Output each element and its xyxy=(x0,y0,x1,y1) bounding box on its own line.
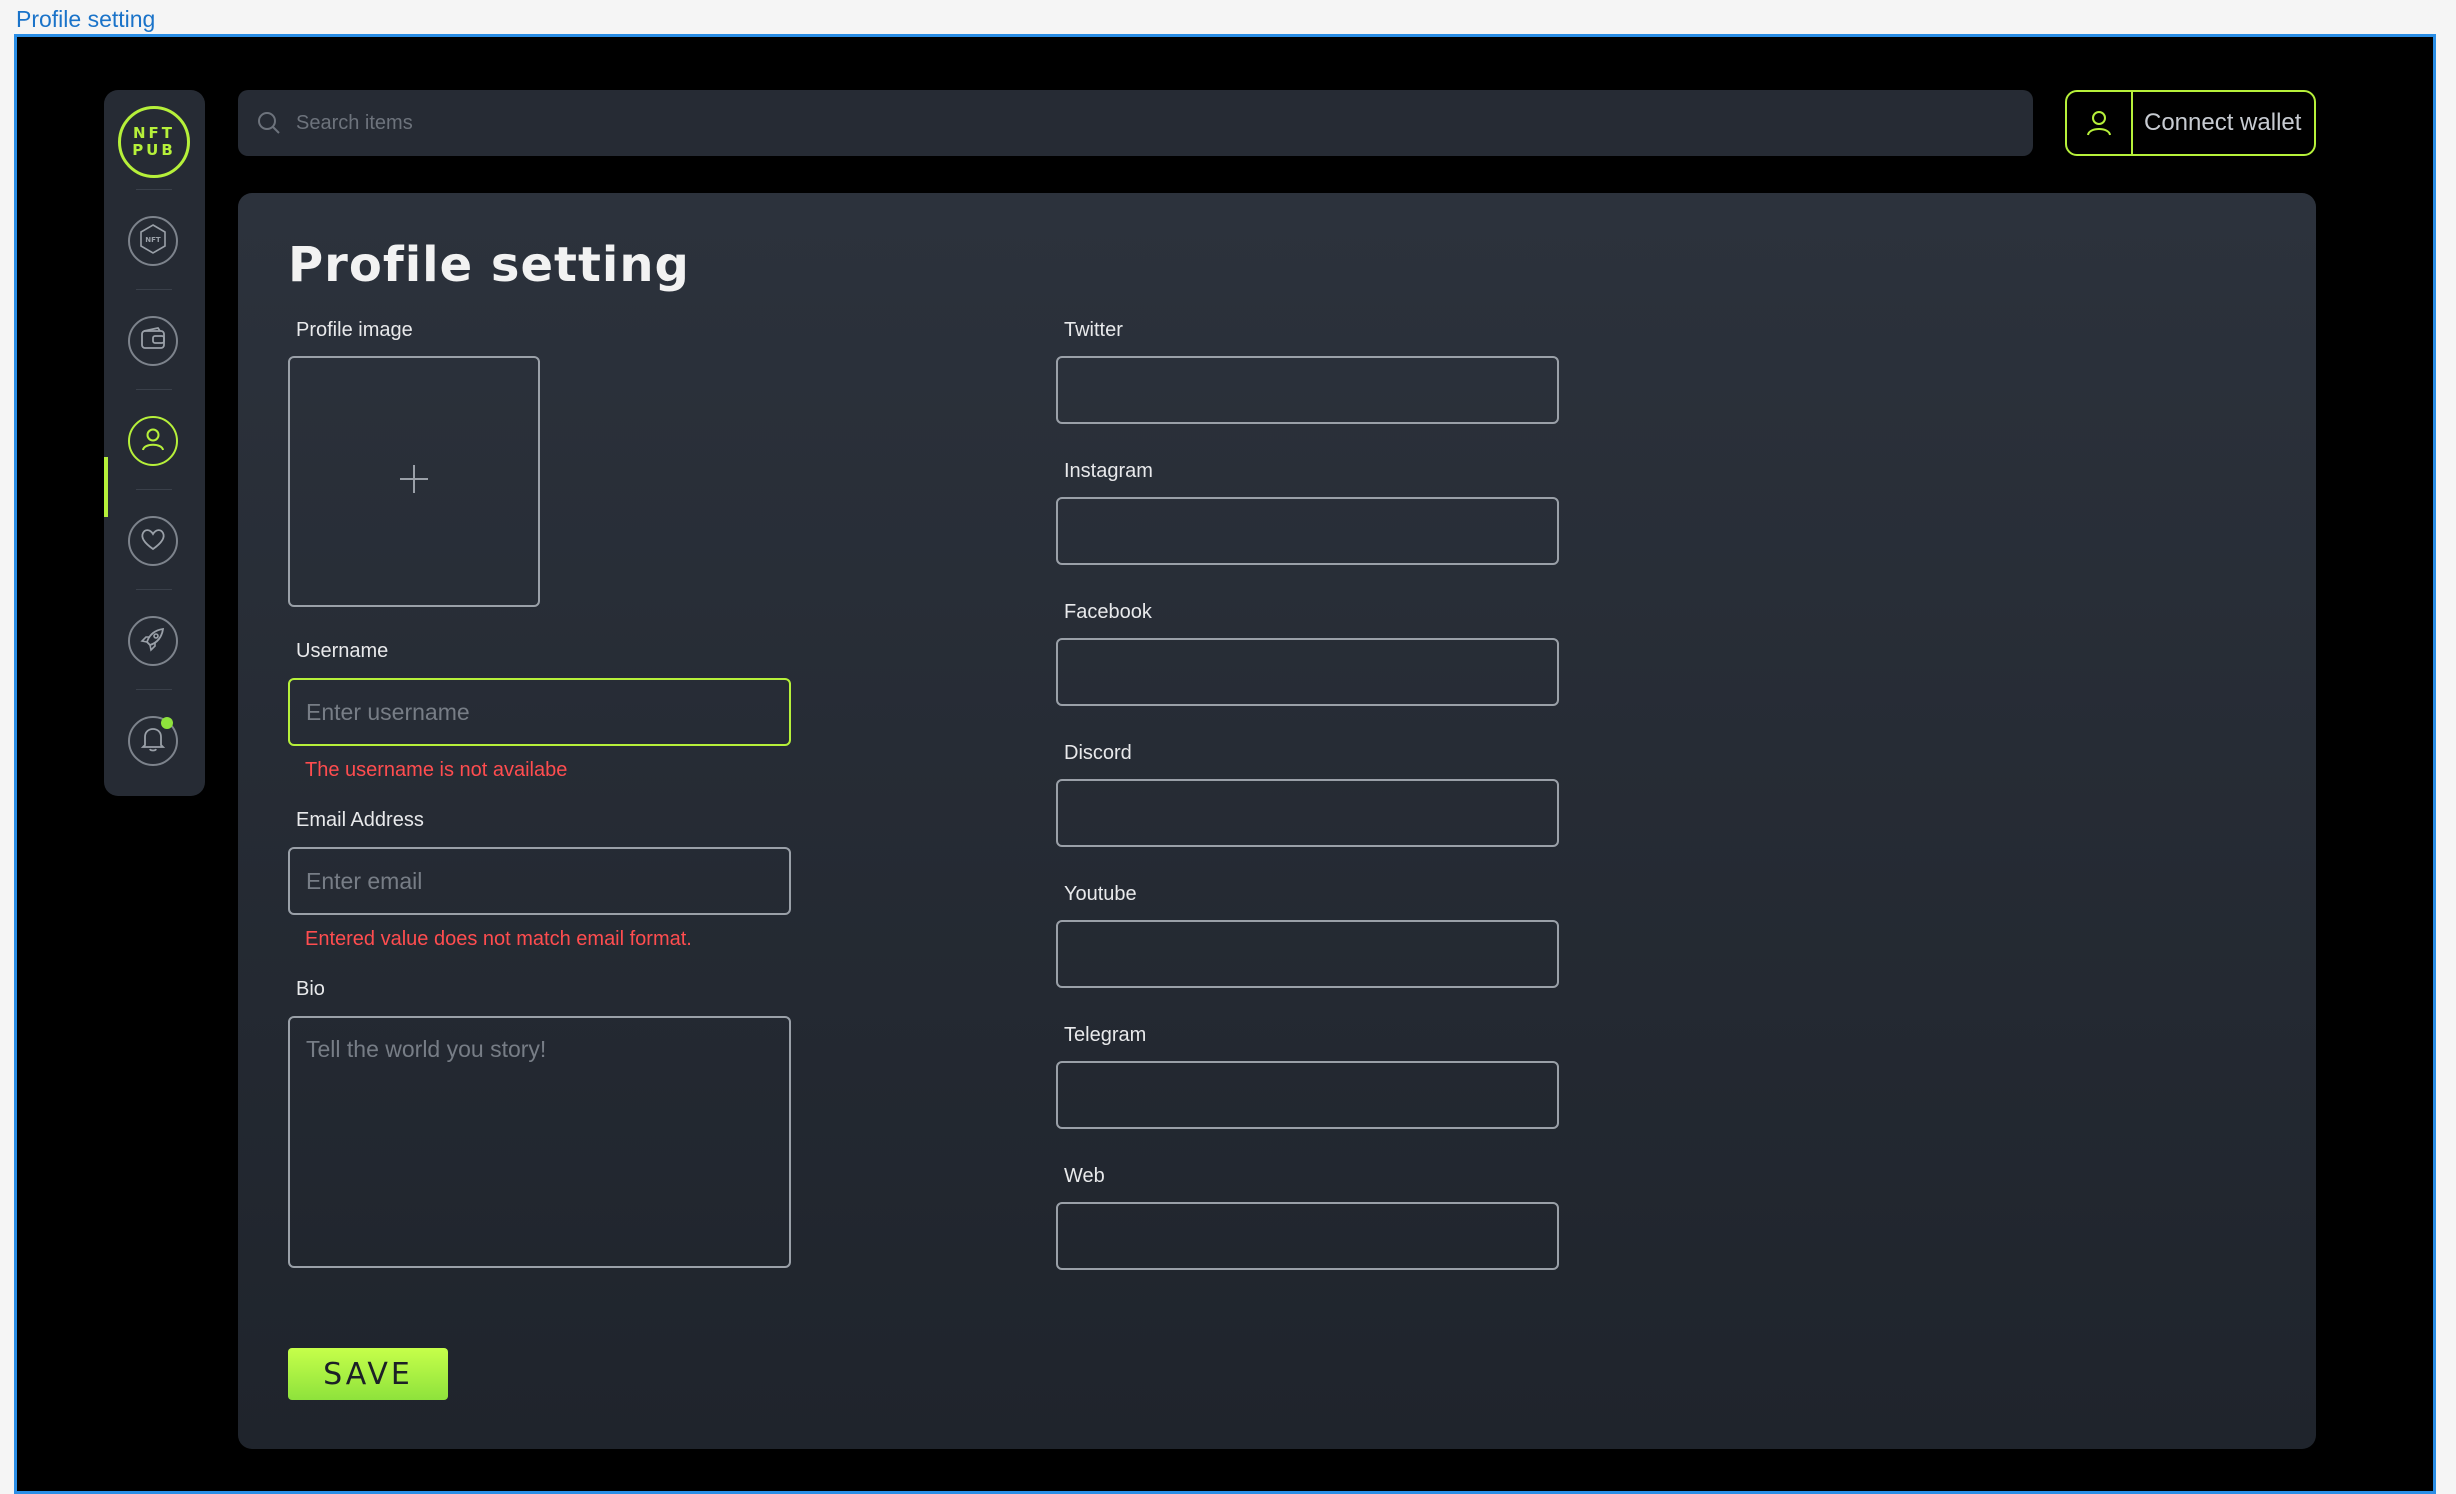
web-input[interactable] xyxy=(1058,1204,1557,1268)
sidebar: NFT PUB NFT xyxy=(104,90,205,796)
sidebar-item-favorites[interactable] xyxy=(128,516,178,566)
rocket-icon xyxy=(138,624,168,659)
nav-divider xyxy=(136,189,172,190)
instagram-field-wrapper xyxy=(1056,497,1559,565)
sidebar-item-profile[interactable] xyxy=(128,416,178,466)
twitter-input[interactable] xyxy=(1058,358,1557,422)
logo-line2: PUB xyxy=(132,141,176,159)
instagram-label: Instagram xyxy=(1064,460,1153,482)
nft-icon-text: NFT xyxy=(145,236,161,244)
facebook-label: Facebook xyxy=(1064,601,1152,623)
instagram-input[interactable] xyxy=(1058,499,1557,563)
user-icon xyxy=(2067,92,2133,154)
youtube-field-wrapper xyxy=(1056,920,1559,988)
telegram-label: Telegram xyxy=(1064,1024,1147,1046)
email-input[interactable] xyxy=(290,849,789,913)
twitter-label: Twitter xyxy=(1064,319,1123,341)
discord-field-wrapper xyxy=(1056,779,1559,847)
telegram-input[interactable] xyxy=(1058,1063,1557,1127)
nft-hexagon-icon: NFT xyxy=(136,222,170,261)
connect-wallet-label: Connect wallet xyxy=(2144,109,2302,136)
web-field-wrapper xyxy=(1056,1202,1559,1270)
bio-textarea[interactable] xyxy=(290,1018,789,1266)
youtube-label: Youtube xyxy=(1064,883,1137,905)
sidebar-item-launch[interactable] xyxy=(128,616,178,666)
nav-divider xyxy=(136,489,172,490)
web-label: Web xyxy=(1064,1165,1105,1187)
facebook-field-wrapper xyxy=(1056,638,1559,706)
profile-image-label: Profile image xyxy=(296,319,413,341)
nav-divider xyxy=(136,589,172,590)
sidebar-item-wallet[interactable] xyxy=(128,316,178,366)
facebook-input[interactable] xyxy=(1058,640,1557,704)
sidebar-item-notifications[interactable] xyxy=(128,716,178,766)
nav-divider xyxy=(136,389,172,390)
profile-image-upload[interactable] xyxy=(288,356,540,607)
notification-badge xyxy=(161,717,173,729)
email-label: Email Address xyxy=(296,809,424,831)
bell-icon xyxy=(138,724,168,759)
search-bar[interactable] xyxy=(238,90,2033,156)
profile-settings-panel: Profile setting Profile image Username T… xyxy=(238,193,2316,1449)
bio-field-wrapper xyxy=(288,1016,791,1268)
nav-divider xyxy=(136,289,172,290)
telegram-field-wrapper xyxy=(1056,1061,1559,1129)
wallet-icon xyxy=(138,324,168,359)
page-title: Profile setting xyxy=(288,237,690,293)
save-button[interactable]: SAVE xyxy=(288,1348,448,1400)
youtube-input[interactable] xyxy=(1058,922,1557,986)
plus-icon xyxy=(397,462,431,501)
discord-label: Discord xyxy=(1064,742,1132,764)
app-frame: NFT PUB NFT Search items Connect wallet … xyxy=(14,34,2436,1494)
username-label: Username xyxy=(296,640,389,662)
discord-input[interactable] xyxy=(1058,781,1557,845)
active-indicator xyxy=(104,457,108,517)
sidebar-item-nft[interactable]: NFT xyxy=(128,216,178,266)
logo-line1: NFT xyxy=(132,124,176,142)
username-error: The username is not availabe xyxy=(305,759,568,781)
search-icon xyxy=(256,110,282,136)
connect-wallet-button[interactable]: Connect wallet xyxy=(2065,90,2316,156)
bio-label: Bio xyxy=(296,978,325,1000)
user-icon xyxy=(138,424,168,459)
email-field-wrapper xyxy=(288,847,791,915)
email-error: Entered value does not match email forma… xyxy=(305,928,692,950)
twitter-field-wrapper xyxy=(1056,356,1559,424)
nav-divider xyxy=(136,689,172,690)
frame-label: Profile setting xyxy=(16,6,156,32)
logo[interactable]: NFT PUB xyxy=(118,106,190,178)
username-field-wrapper xyxy=(288,678,791,746)
username-input[interactable] xyxy=(290,680,789,744)
search-input[interactable] xyxy=(294,110,1898,136)
heart-icon xyxy=(138,524,168,559)
